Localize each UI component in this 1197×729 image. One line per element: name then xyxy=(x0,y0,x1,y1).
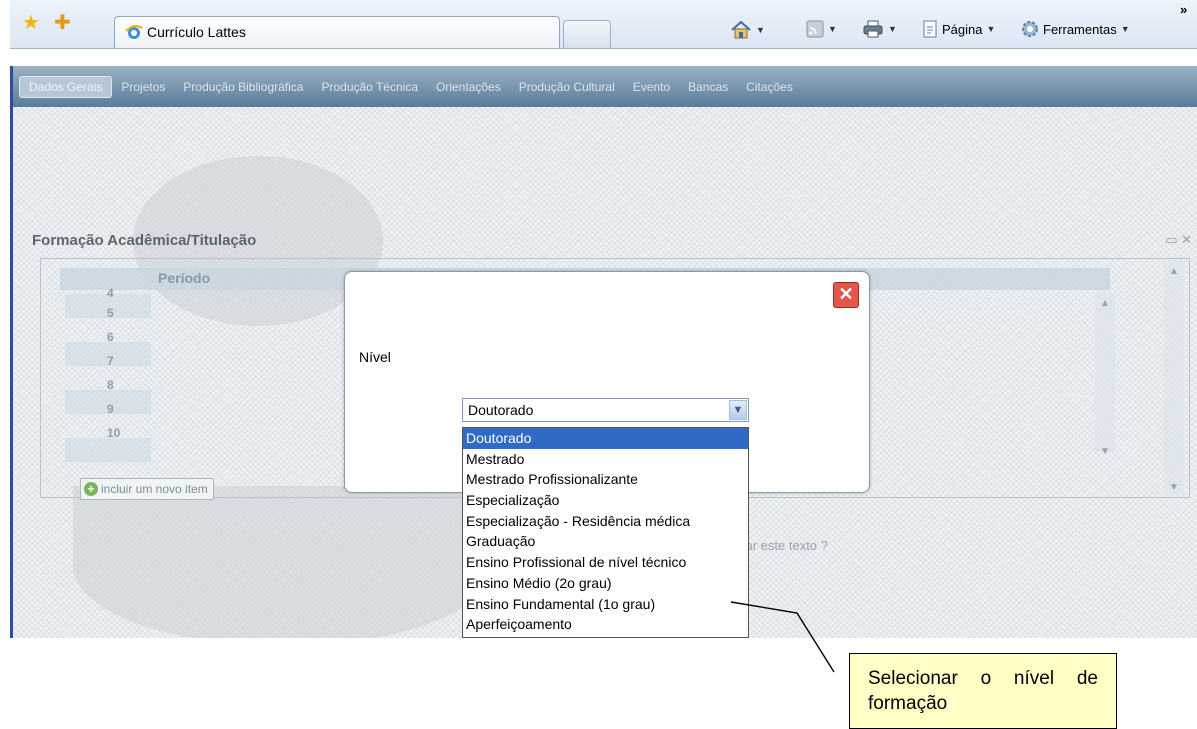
callout-leader-line xyxy=(730,601,835,673)
annotation-callout: Selecionar o nível de formação xyxy=(849,653,1117,729)
